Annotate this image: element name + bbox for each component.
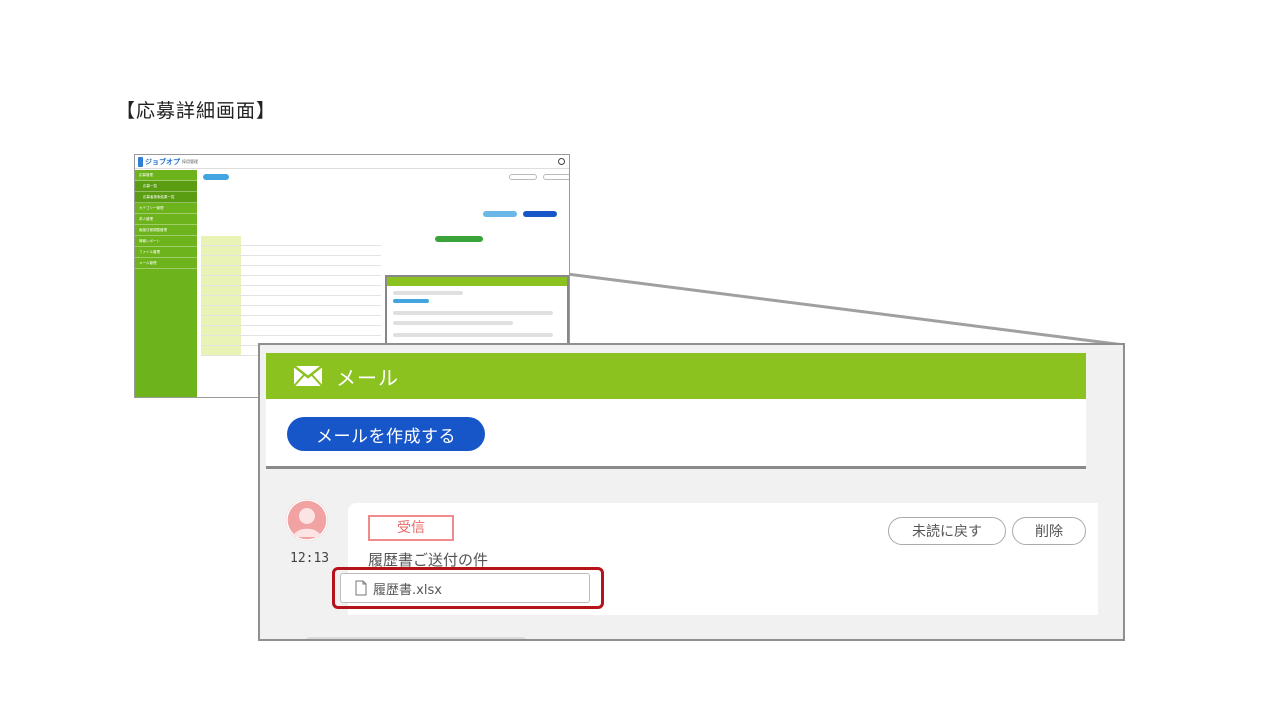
- mail-panel-title: メール: [336, 365, 399, 390]
- user-icon: [286, 499, 328, 541]
- thumb-popup-header: [387, 277, 567, 286]
- thumb-header-links: ​​​: [546, 158, 565, 165]
- thumb-sidebar-item[interactable]: 求人管理: [135, 214, 197, 225]
- mark-unread-button[interactable]: 未読に戻す: [888, 517, 1006, 545]
- thumb-nav-button[interactable]: [543, 174, 569, 180]
- compose-area: メールを作成する: [266, 399, 1086, 469]
- thumb-popup-line: [393, 299, 429, 303]
- thumb-save-button[interactable]: [523, 211, 557, 217]
- thumb-popup-line: [393, 321, 513, 325]
- thumb-sidebar-item[interactable]: 面接日程調整管理: [135, 225, 197, 236]
- envelope-icon: [294, 366, 322, 386]
- thumb-detail-table: [201, 236, 381, 356]
- thumb-logo-sub: 採用管理: [182, 159, 198, 164]
- thumb-nav-button[interactable]: [509, 174, 537, 180]
- message-list: 12:13 受信 履歴書ご送付の件 履歴書.xlsx 未読に戻す 削除: [266, 473, 1098, 639]
- delete-button[interactable]: 削除: [1012, 517, 1086, 545]
- faded-next-message: [306, 637, 526, 639]
- thumb-logo: ジョブオプ 採用管理: [138, 157, 198, 167]
- gear-icon[interactable]: [558, 158, 565, 165]
- mail-panel-header: メール: [266, 353, 1086, 399]
- thumb-back-button[interactable]: [203, 174, 229, 180]
- compose-mail-button[interactable]: メールを作成する: [287, 417, 485, 451]
- thumb-popup-line: [393, 311, 553, 315]
- attachment-highlight-box: [332, 567, 604, 609]
- thumb-sidebar-item[interactable]: ファイル管理: [135, 247, 197, 258]
- message-time: 12:13: [290, 551, 330, 566]
- logo-mark-icon: [138, 157, 143, 167]
- mail-panel-zoom: メール メールを作成する 12:13 受信 履歴書ご送付の件 履歴書.xlsx: [258, 343, 1125, 641]
- thumb-popup-line: [393, 291, 463, 295]
- thumb-sidebar-item[interactable]: 情報レポート: [135, 236, 197, 247]
- thumb-sidebar: 応募管理 応募一覧 応募者検索結果一覧 カテゴリー管理 求人管理 面接日程調整管…: [135, 170, 197, 397]
- thumb-sidebar-item[interactable]: 応募一覧: [135, 181, 197, 192]
- thumb-sidebar-item[interactable]: 応募者検索結果一覧: [135, 192, 197, 203]
- thumb-edit-button[interactable]: [483, 211, 517, 217]
- thumb-popup-line: [393, 333, 553, 337]
- thumb-logo-text: ジョブオプ: [145, 158, 180, 166]
- thumb-status-pill: [435, 236, 483, 242]
- message-card: 受信 履歴書ご送付の件 履歴書.xlsx 未読に戻す 削除: [332, 503, 1098, 615]
- thumb-mail-popup: [385, 275, 569, 347]
- thumb-sidebar-item[interactable]: メール管理: [135, 258, 197, 269]
- thumb-sidebar-item[interactable]: 応募管理: [135, 170, 197, 181]
- avatar: [286, 499, 328, 541]
- thumb-sidebar-item[interactable]: カテゴリー管理: [135, 203, 197, 214]
- received-badge: 受信: [368, 515, 454, 541]
- thumb-header: ジョブオプ 採用管理 ​​​: [135, 155, 569, 169]
- slide-title: 【応募詳細画面】: [116, 100, 277, 122]
